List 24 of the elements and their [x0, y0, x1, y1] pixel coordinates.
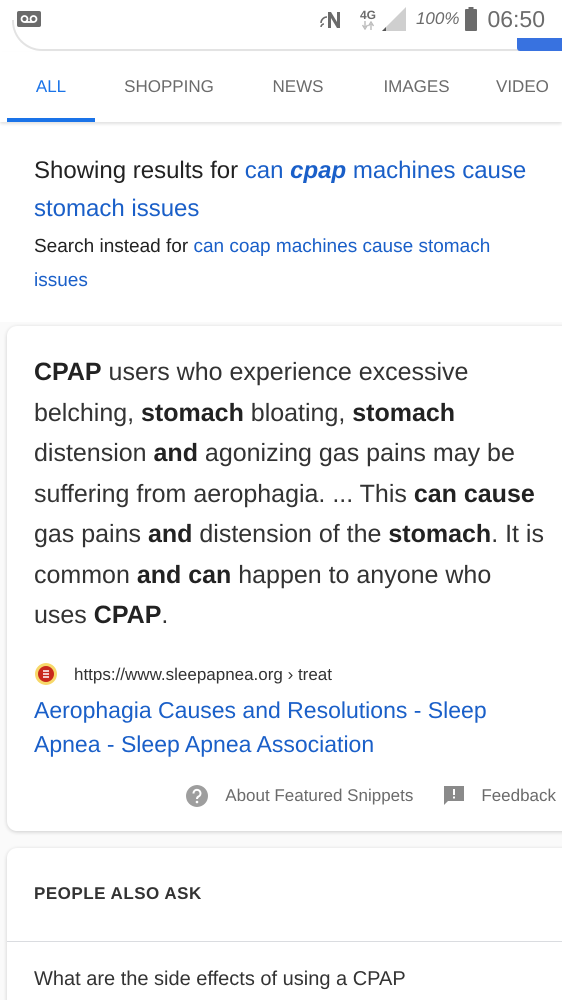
- tab[interactable]: SHOPPING: [95, 52, 243, 122]
- battery-icon: [465, 7, 478, 31]
- tab[interactable]: IMAGES: [353, 52, 480, 122]
- data-arrows-icon: [362, 20, 374, 30]
- section-heading: PEOPLE ALSO ASK: [34, 883, 202, 906]
- source-url: https://www.sleepapnea.org › treat: [74, 664, 332, 686]
- signal-icon: [382, 7, 406, 31]
- tab[interactable]: NEWS: [243, 52, 353, 122]
- voicemail-icon: [17, 11, 41, 27]
- feedback-icon: [443, 784, 466, 807]
- result-title-link[interactable]: Aerophagia Causes and Resolutions - Sleep Apnea - Sleep Apnea Association: [34, 693, 544, 761]
- network-type: 4G: [360, 8, 376, 20]
- snippet-text: CPAP users who experience excessive belching, stomach bloating, stomach distension and agonizing gas pains may be suffering from aerophagia. ... This can cause gas pains and distension of the stomach. It is common and can happen to anyone who uses CPAP.: [34, 357, 544, 631]
- nfc-icon: [320, 9, 342, 29]
- help-icon: [185, 784, 210, 808]
- clock-time: 06:50: [487, 4, 545, 34]
- question-link[interactable]: What are the side effects of using a CPAP: [34, 968, 406, 990]
- footer-link[interactable]: About Featured Snippets: [185, 783, 414, 808]
- showing-results-text: Showing results for can cpap machines cause stomach issues: [34, 156, 528, 224]
- footer-link[interactable]: Feedback: [443, 783, 556, 808]
- battery-percent: 100%: [416, 8, 460, 30]
- tab[interactable]: VIDEO: [480, 52, 560, 122]
- search-instead-text: Search instead for can coap machines cause stomach issues: [34, 235, 492, 293]
- site-favicon-icon: [34, 662, 58, 686]
